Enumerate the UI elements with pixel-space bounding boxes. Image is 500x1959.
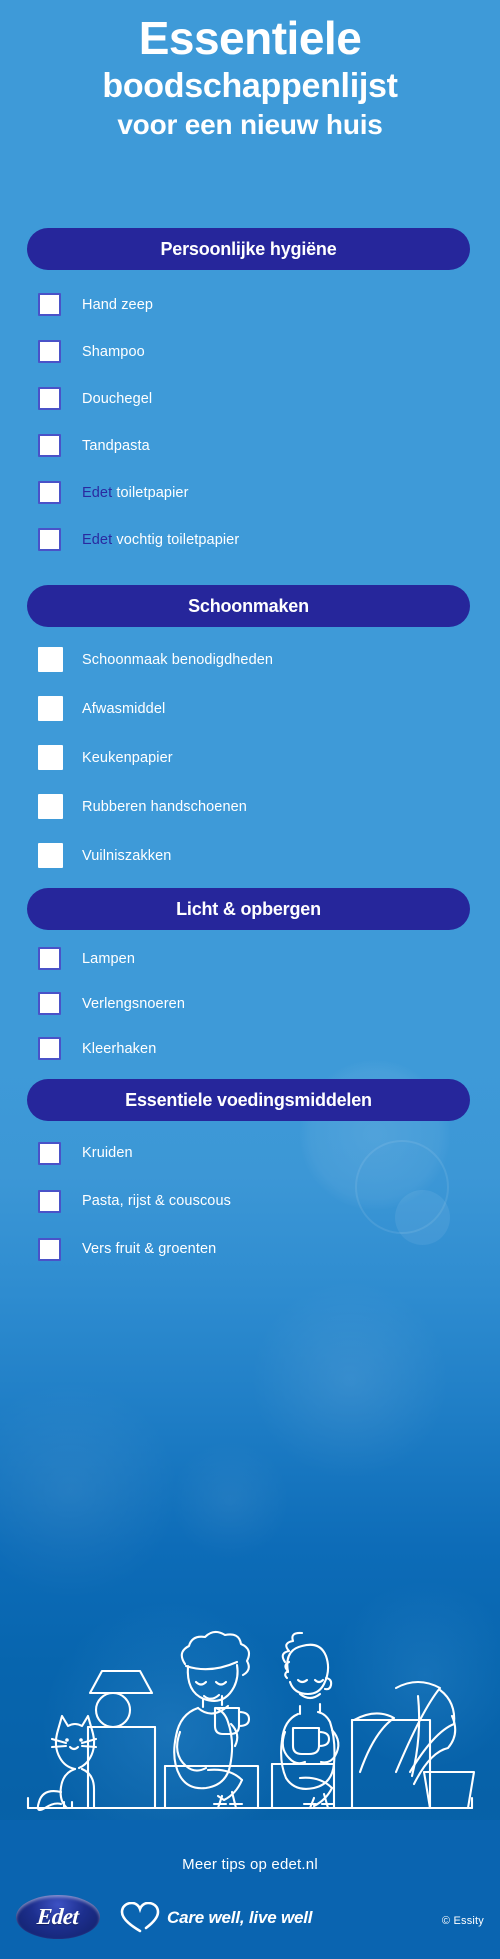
checklist-item-label: Kruiden: [82, 1145, 133, 1161]
checklist-item[interactable]: Rubberen handschoenen: [0, 782, 500, 831]
checklist-item-label: Edet vochtig toiletpapier: [82, 532, 239, 548]
checklist-persoonlijke-hygiene: Hand zeep Shampoo Douchegel Tandpasta Edet t…: [0, 281, 500, 563]
checklist-item-label: Rubberen handschoenen: [82, 798, 247, 815]
plant-pot: [422, 1770, 476, 1810]
section-header-persoonlijke-hygiene: Persoonlijke hygiëne: [27, 228, 470, 270]
checkbox-icon[interactable]: [38, 647, 63, 672]
checklist-item[interactable]: Afwasmiddel: [0, 684, 500, 733]
poster-title: Essentiele boodschappenlijst voor een ni…: [0, 14, 500, 140]
man-figure: [280, 1631, 340, 1810]
checklist-item-label: Vers fruit & groenten: [82, 1241, 217, 1257]
edet-logo-text: Edet: [36, 1904, 80, 1929]
living-room-line-art-illustration: [0, 1620, 500, 1820]
checklist-item-label: Douchegel: [82, 390, 153, 407]
checkbox-icon[interactable]: [38, 434, 61, 457]
checklist-item-label: Keukenpapier: [82, 749, 173, 766]
heart-icon: [120, 1902, 160, 1933]
checklist-item-label: Hand zeep: [82, 296, 154, 313]
checklist-item[interactable]: Kruiden: [0, 1129, 500, 1177]
potted-plant: [350, 1680, 476, 1810]
checklist-item-label: Shampoo: [82, 343, 145, 360]
footer: Meer tips op edet.nl Edet Care well, liv…: [0, 1820, 500, 1959]
checklist-item-label: Pasta, rijst & couscous: [82, 1193, 231, 1209]
brand-name: Edet: [82, 531, 113, 548]
checklist-item[interactable]: Edet vochtig toiletpapier: [0, 516, 500, 563]
checklist-item[interactable]: Keukenpapier: [0, 733, 500, 782]
checkbox-icon[interactable]: [38, 340, 61, 363]
checklist-item[interactable]: Hand zeep: [0, 281, 500, 328]
checkbox-icon[interactable]: [38, 992, 61, 1015]
checklist-item[interactable]: Vuilniszakken: [0, 831, 500, 880]
checklist-item-label: Edet toiletpapier: [82, 485, 189, 501]
plant-leaf: [352, 1712, 396, 1774]
title-line-2: boodschappenlijst: [102, 66, 398, 105]
edet-logo[interactable]: Edet: [16, 1895, 100, 1939]
section-header-licht-opbergen: Licht & opbergen: [27, 888, 470, 930]
checklist-item-label-rest: vochtig toiletpapier: [112, 531, 240, 548]
mug: [291, 1726, 321, 1756]
checkbox-icon[interactable]: [38, 1141, 61, 1165]
checklist-item[interactable]: Pasta, rijst & couscous: [0, 1177, 500, 1225]
lamp-shade: [88, 1669, 154, 1695]
checklist-item-label: Vuilniszakken: [82, 847, 172, 864]
title-line-3: voor een nieuw huis: [117, 108, 383, 140]
checklist-item[interactable]: Schoonmaak benodigdheden: [0, 635, 500, 684]
checkbox-icon[interactable]: [38, 1237, 61, 1261]
checkbox-icon[interactable]: [38, 843, 63, 868]
checkbox-icon[interactable]: [38, 947, 61, 970]
essity-slogan: Care well, live well: [120, 1902, 313, 1934]
checklist-item[interactable]: Edet toiletpapier: [0, 469, 500, 516]
checklist-item-label: Tandpasta: [82, 437, 150, 454]
section-essentiele-voedingsmiddelen: Essentiele voedingsmiddelen Kruiden Pasta,…: [0, 1079, 500, 1273]
lamp-box: [86, 1725, 157, 1810]
checklist-schoonmaken: Schoonmaak benodigdheden Afwasmiddel Keuke…: [0, 635, 500, 880]
lamp-base: [94, 1691, 132, 1729]
checklist-item-label-rest: toiletpapier: [112, 484, 189, 501]
edet-logo-oval: Edet: [16, 1895, 100, 1939]
checkbox-icon[interactable]: [38, 1037, 61, 1060]
checklist-item-label: Schoonmaak benodigdheden: [82, 651, 274, 668]
checklist-item-label: Afwasmiddel: [82, 700, 166, 717]
title-line-1: Essentiele: [138, 12, 362, 64]
checkbox-icon[interactable]: [38, 1189, 61, 1213]
checkbox-icon[interactable]: [38, 293, 61, 316]
checklist-item[interactable]: Douchegel: [0, 375, 500, 422]
checklist-item[interactable]: Verlengsnoeren: [0, 981, 500, 1026]
infographic-poster: Essentiele boodschappenlijst voor een ni…: [0, 0, 500, 1959]
table-lamp: [88, 1669, 154, 1729]
care-slogan-text: Care well, live well: [167, 1908, 313, 1927]
man-box: [270, 1762, 336, 1810]
woman-figure: [173, 1630, 251, 1810]
checkbox-icon[interactable]: [38, 794, 63, 819]
checklist-essentiele-voedingsmiddelen: Kruiden Pasta, rijst & couscous Vers fruit…: [0, 1129, 500, 1273]
section-licht-opbergen: Licht & opbergen Lampen Verlengsnoeren Klee…: [0, 888, 500, 1071]
checklist-item[interactable]: Shampoo: [0, 328, 500, 375]
section-header-schoonmaken: Schoonmaken: [27, 585, 470, 627]
copyright-text: © Essity: [441, 1915, 484, 1927]
checkbox-icon[interactable]: [38, 745, 63, 770]
brand-name: Edet: [82, 484, 113, 501]
checkbox-icon[interactable]: [38, 528, 61, 551]
checkbox-icon[interactable]: [38, 481, 61, 504]
plant-leaf: [408, 1688, 456, 1774]
checklist-licht-opbergen: Lampen Verlengsnoeren Kleerhaken: [0, 936, 500, 1071]
checklist-sections: Persoonlijke hygiëne Hand zeep Shampoo Douc…: [0, 228, 500, 1273]
checklist-item[interactable]: Kleerhaken: [0, 1026, 500, 1071]
checklist-item[interactable]: Lampen: [0, 936, 500, 981]
section-header-essentiele-voedingsmiddelen: Essentiele voedingsmiddelen: [27, 1079, 470, 1121]
footer-tagline: Meer tips op edet.nl: [182, 1856, 318, 1873]
checklist-item-label: Verlengsnoeren: [82, 995, 185, 1012]
checklist-item-label: Lampen: [82, 950, 135, 967]
section-schoonmaken: Schoonmaken Schoonmaak benodigdheden Afwas…: [0, 585, 500, 880]
checklist-item[interactable]: Tandpasta: [0, 422, 500, 469]
checkbox-icon[interactable]: [38, 387, 61, 410]
checklist-item-label: Kleerhaken: [82, 1040, 157, 1057]
section-persoonlijke-hygiene: Persoonlijke hygiëne Hand zeep Shampoo Douc…: [0, 228, 500, 563]
checklist-item[interactable]: Vers fruit & groenten: [0, 1225, 500, 1273]
checkbox-icon[interactable]: [38, 696, 63, 721]
